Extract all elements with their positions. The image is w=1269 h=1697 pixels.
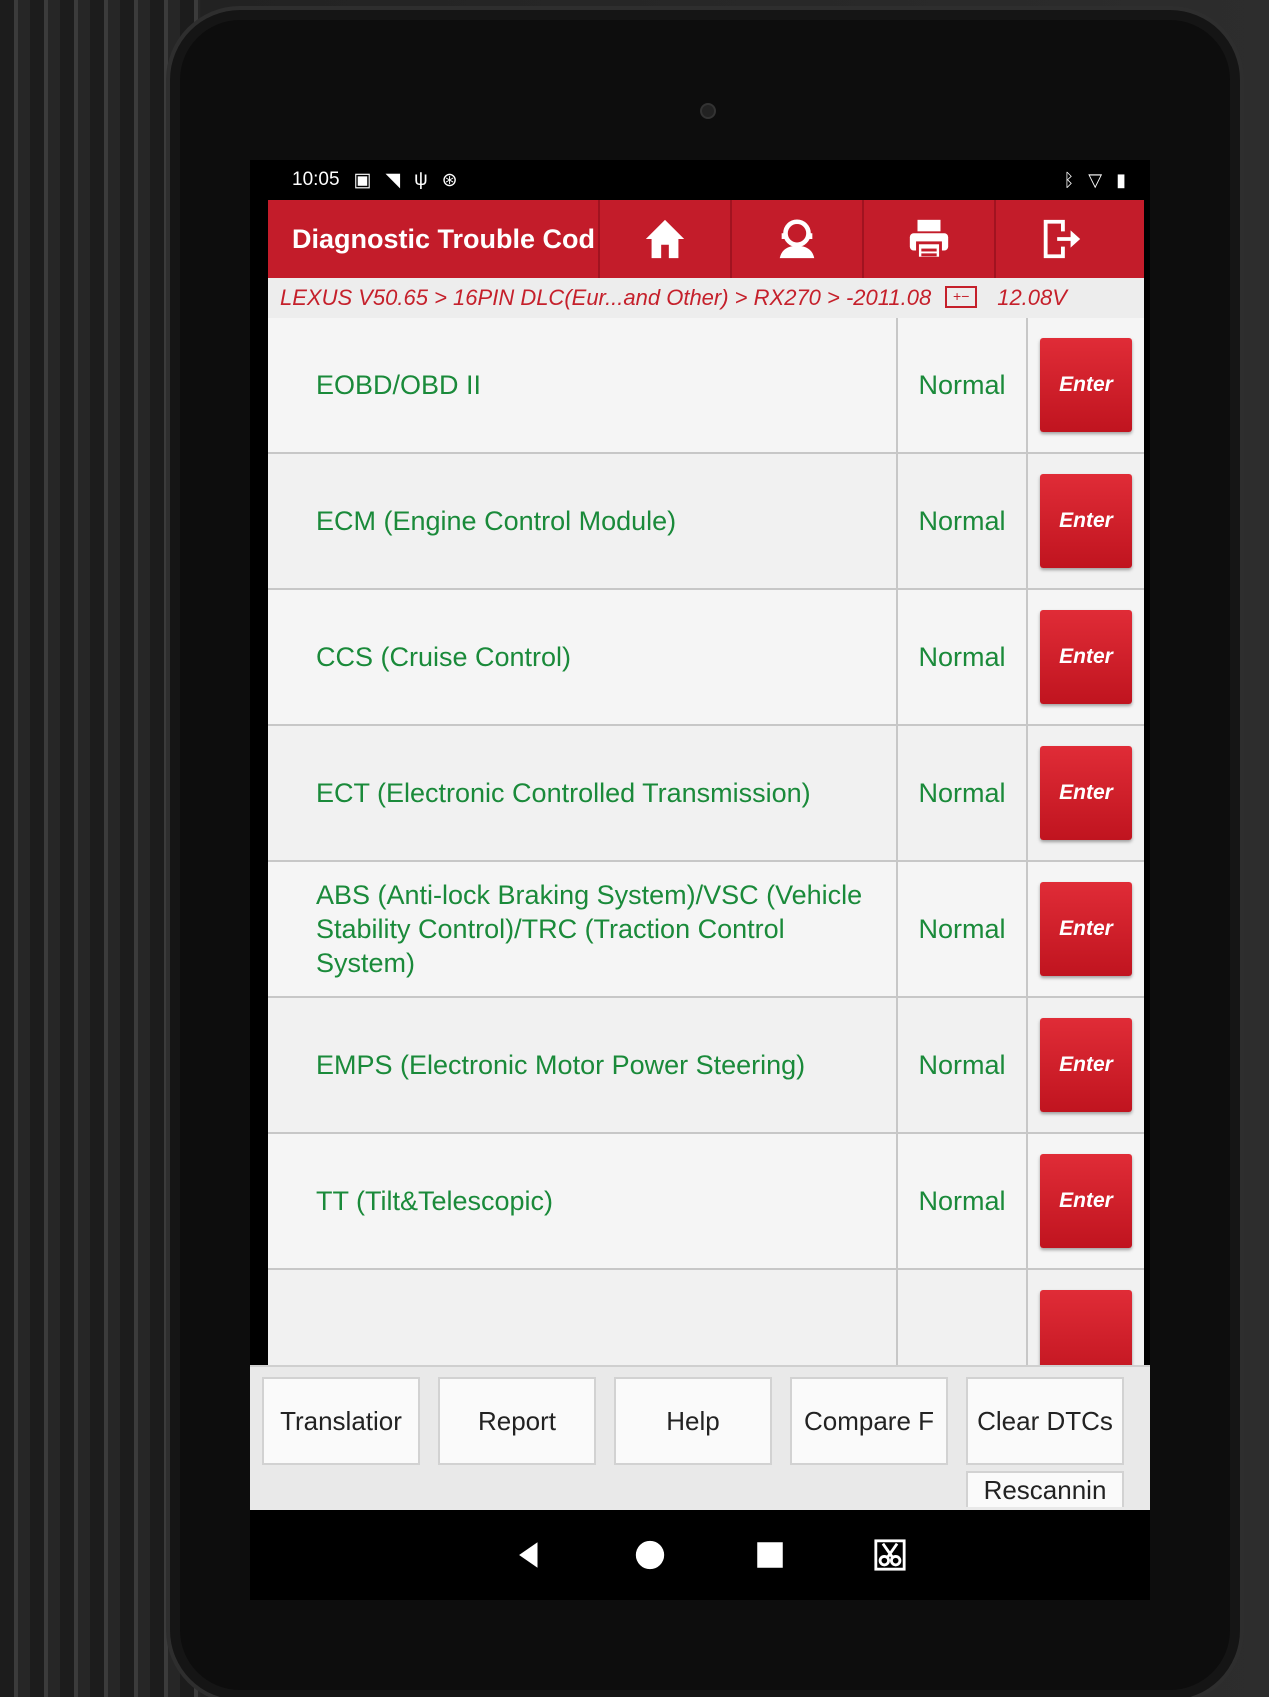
signal-icon: ◥	[385, 169, 401, 191]
system-row-partial	[268, 1270, 1144, 1365]
system-name: CCS (Cruise Control)	[268, 590, 898, 724]
user-support-icon	[779, 219, 815, 259]
system-name: ABS (Anti-lock Braking System)/VSC (Vehi…	[268, 862, 898, 996]
system-status: Normal	[898, 590, 1028, 724]
home-icon	[645, 219, 685, 259]
bluetooth-icon: ᛒ	[1063, 170, 1075, 190]
title-bar: Diagnostic Trouble Cod	[268, 200, 1144, 278]
system-name: ECM (Engine Control Module)	[268, 454, 898, 588]
system-row: EOBD/OBD II Normal Enter	[268, 318, 1144, 454]
enter-cell: Enter	[1028, 1134, 1144, 1268]
surface-texture	[0, 0, 200, 1697]
battery-icon: +−	[945, 286, 978, 308]
system-name: TT (Tilt&Telescopic)	[268, 1134, 898, 1268]
enter-button[interactable]: Enter	[1040, 610, 1132, 704]
android-nav-bar	[250, 1510, 1150, 1600]
system-status: Normal	[898, 998, 1028, 1132]
breadcrumb-path: LEXUS V50.65 > 16PIN DLC(Eur...and Other…	[280, 285, 932, 310]
rescanning-button[interactable]: Rescannin	[966, 1471, 1124, 1507]
system-row: TT (Tilt&Telescopic) Normal Enter	[268, 1134, 1144, 1270]
system-name: ECT (Electronic Controlled Transmission)	[268, 726, 898, 860]
device-screen: 10:05 ▣ ◥ ψ ⊛ ᛒ ▽ ▮ Diagnostic Trouble C…	[250, 160, 1150, 1510]
battery-voltage: 12.08V	[997, 285, 1067, 310]
breadcrumb: LEXUS V50.65 > 16PIN DLC(Eur...and Other…	[268, 278, 1144, 318]
printer-icon	[909, 219, 949, 260]
system-row: CCS (Cruise Control) Normal Enter	[268, 590, 1144, 726]
enter-button[interactable]	[1040, 1290, 1132, 1365]
system-name: EOBD/OBD II	[268, 318, 898, 452]
screenshot-icon[interactable]	[873, 1538, 907, 1572]
enter-button[interactable]: Enter	[1040, 746, 1132, 840]
exit-button[interactable]	[994, 200, 1126, 278]
enter-button[interactable]: Enter	[1040, 1154, 1132, 1248]
accessibility-icon: ⊛	[441, 169, 458, 191]
compare-button[interactable]: Compare F	[790, 1377, 948, 1465]
system-status: Normal	[898, 1134, 1028, 1268]
front-camera	[700, 103, 716, 119]
report-button[interactable]: Report	[438, 1377, 596, 1465]
status-time: 10:05	[292, 169, 340, 190]
system-status: Normal	[898, 454, 1028, 588]
system-status: Normal	[898, 318, 1028, 452]
translation-button[interactable]: Translatior	[262, 1377, 420, 1465]
help-button[interactable]: Help	[614, 1377, 772, 1465]
clear-dtcs-button[interactable]: Clear DTCs	[966, 1377, 1124, 1465]
system-status: Normal	[898, 862, 1028, 996]
enter-cell: Enter	[1028, 998, 1144, 1132]
enter-button[interactable]: Enter	[1040, 882, 1132, 976]
enter-button[interactable]: Enter	[1040, 474, 1132, 568]
back-icon[interactable]	[512, 1538, 546, 1572]
enter-cell: Enter	[1028, 862, 1144, 996]
system-status: Normal	[898, 726, 1028, 860]
system-row: ABS (Anti-lock Braking System)/VSC (Vehi…	[268, 862, 1144, 998]
recent-apps-icon[interactable]	[753, 1538, 787, 1572]
enter-cell: Enter	[1028, 318, 1144, 452]
enter-cell: Enter	[1028, 590, 1144, 724]
notification-icon: ▣	[353, 169, 372, 191]
exit-icon	[1043, 219, 1081, 259]
page-title: Diagnostic Trouble Cod	[292, 224, 596, 254]
print-button[interactable]	[862, 200, 994, 278]
home-button[interactable]	[598, 200, 730, 278]
system-row: ECT (Electronic Controlled Transmission)…	[268, 726, 1144, 862]
status-right-icons: ᛒ ▽ ▮	[1063, 170, 1126, 191]
usb-icon: ψ	[414, 169, 428, 190]
system-list[interactable]: EOBD/OBD II Normal Enter ECM (Engine Con…	[268, 318, 1144, 1365]
system-name	[268, 1270, 898, 1365]
bottom-action-bar: Translatior Report Help Compare F Clear …	[250, 1365, 1150, 1510]
system-name: EMPS (Electronic Motor Power Steering)	[268, 998, 898, 1132]
enter-button[interactable]: Enter	[1040, 338, 1132, 432]
enter-cell: Enter	[1028, 454, 1144, 588]
system-row: ECM (Engine Control Module) Normal Enter	[268, 454, 1144, 590]
system-row: EMPS (Electronic Motor Power Steering) N…	[268, 998, 1144, 1134]
enter-cell	[1028, 1270, 1144, 1365]
support-button[interactable]	[730, 200, 862, 278]
enter-cell: Enter	[1028, 726, 1144, 860]
home-nav-icon[interactable]	[633, 1538, 667, 1572]
enter-button[interactable]: Enter	[1040, 1018, 1132, 1112]
status-bar: 10:05 ▣ ◥ ψ ⊛ ᛒ ▽ ▮	[250, 160, 1150, 200]
wifi-icon: ▽	[1088, 170, 1103, 190]
battery-status-icon: ▮	[1116, 170, 1126, 190]
system-status	[898, 1270, 1028, 1365]
